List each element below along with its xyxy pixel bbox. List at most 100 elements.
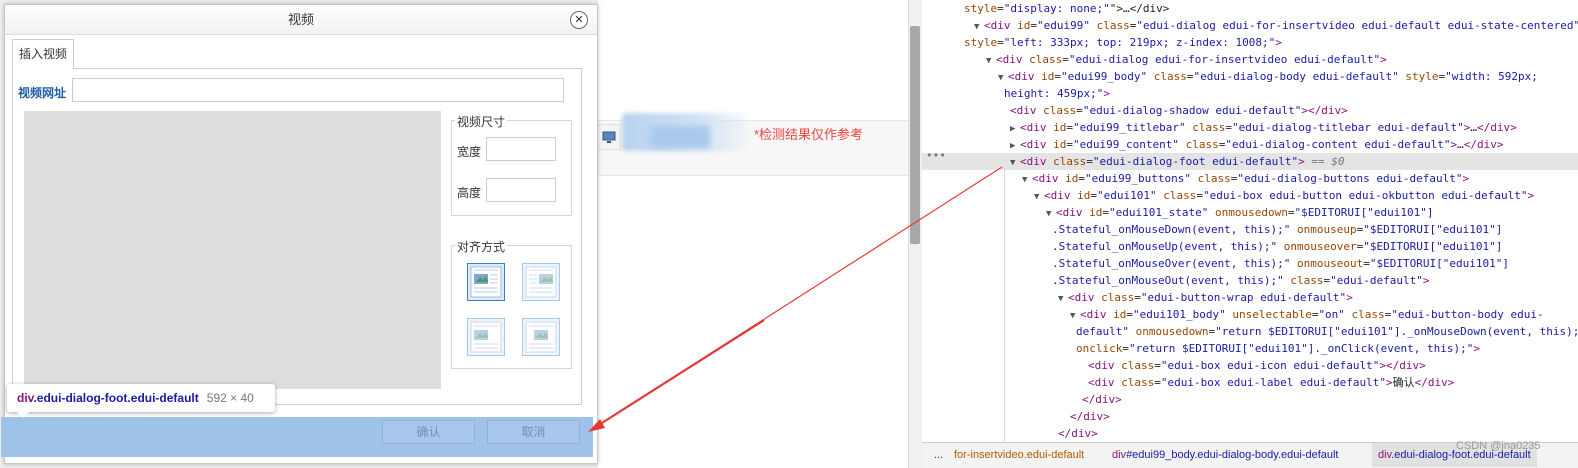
dom-node-line[interactable]: height: 459px;"> [1004,85,1110,102]
dom-node-line[interactable]: style="left: 333px; top: 219px; z-index:… [964,34,1282,51]
breadcrumb-item[interactable]: for-insertvideo.edui-default [948,443,1090,467]
dom-token: <div [1088,359,1122,372]
dom-node-line[interactable]: ▼ <div class="edui-dialog edui-for-insert… [986,51,1387,68]
dom-node-line[interactable]: ▼ <div id="edui101_state" onmousedown="$E… [1046,204,1434,221]
dom-node-line[interactable]: ▼ <div id="edui99_body" class="edui-dialo… [998,68,1538,85]
dom-token: </div> [1414,376,1455,389]
align-center-button[interactable] [522,318,560,356]
dom-node-line[interactable]: ▶ <div id="edui99_content" class="edui-di… [1010,136,1504,153]
align-right-button[interactable] [522,263,560,301]
dom-node-line[interactable]: style="display: none;"">…</div> [964,0,1169,17]
dom-token: <div [996,53,1030,66]
dom-node-line[interactable]: ▼ <div id="edui99" class="edui-dialog edu… [974,17,1578,34]
ok-button[interactable]: 确认 [382,420,475,444]
dom-token: = [1062,53,1069,66]
dom-token: onmousedown [1128,325,1209,338]
dom-token: "edui-dialog-content edui-default" [1225,138,1451,151]
devtools-elements-panel: style="display: none;"">…</div> ▼ <div id=… [922,0,1578,468]
dom-node-line[interactable]: .Stateful_onMouseOver(event, this);" onm… [1052,255,1509,272]
width-label: 宽度 [457,145,482,159]
dom-token: = [1090,189,1097,202]
collapse-triangle-icon[interactable]: ▼ [1034,189,1044,206]
dom-node-line[interactable]: ▼ <div class="edui-dialog-foot edui-defau… [922,153,1578,170]
dom-token: class [1156,189,1197,202]
dom-node-line[interactable]: .Stateful_onMouseUp(event, this);" onmou… [1052,238,1502,255]
dom-token: "edui-box edui-button edui-okbutton edui… [1202,189,1528,202]
close-icon[interactable]: ✕ [570,11,588,29]
tab-insert-video[interactable]: 插入视频 [12,39,74,69]
cancel-button[interactable]: 取消 [487,420,580,444]
dom-token: .Stateful_onMouseDown(event, this);" [1052,223,1291,236]
dom-node-line[interactable]: .Stateful_onMouseDown(event, this);" onm… [1052,221,1502,238]
dom-token: style [1398,70,1439,83]
dom-node-line[interactable]: onclick="return $EDITORUI["edui101"]._on… [1076,340,1480,357]
dom-token: "$EDITORUI["edui101"] [1363,240,1503,253]
dom-token: = [1054,70,1061,83]
dom-token: class [1283,274,1324,287]
dom-node-line[interactable]: ▼ <div class="edui-button-wrap edui-defau… [1058,289,1353,306]
dom-node-line[interactable]: </div> [1082,391,1122,408]
tooltip-arrow [16,411,30,418]
dialog-titlebar[interactable]: 视频 ✕ [5,5,597,35]
video-url-input[interactable] [72,78,564,102]
dom-token: > [1386,376,1393,389]
dom-token: "edui99" [1037,19,1090,32]
dom-tree[interactable]: style="display: none;"">…</div> ▼ <div id=… [922,0,1578,440]
dom-token: "edui-dialog-titlebar edui-default" [1231,121,1464,134]
width-input[interactable] [486,137,556,161]
dom-token: "display: none;" [1003,2,1110,15]
dom-token: = [1196,189,1203,202]
dom-token: "on" [1318,308,1345,321]
dom-token: = [1102,206,1109,219]
align-left-button[interactable] [467,263,505,301]
align-none-button[interactable] [467,318,505,356]
more-options-icon[interactable]: ••• [926,150,946,162]
dom-token: </div> [1058,427,1098,440]
breadcrumb-item[interactable]: ... [928,443,949,467]
dom-token: = [1363,257,1370,270]
collapse-triangle-icon[interactable]: ▼ [1010,155,1020,172]
dom-node-line[interactable]: <div class="edui-box edui-label edui-def… [1088,374,1454,391]
breadcrumb-item[interactable]: div#edui99_body.edui-dialog-body.edui-de… [1106,443,1344,467]
dom-node-line[interactable]: ▼ <div id="edui99_buttons" class="edui-di… [1022,170,1469,187]
dom-node-line[interactable]: ▼ <div id="edui101_body" unselectable="on… [1070,306,1544,323]
dom-token: > [1275,36,1282,49]
align-left-icon [470,266,502,298]
detect-note: *检测结果仅作参考 [754,127,864,142]
dom-token: ">…</div> [1109,2,1170,15]
dom-token: "$EDITORUI["edui101"] [1369,257,1509,270]
dom-token: = [1030,19,1037,32]
dom-token: </div> [1082,393,1122,406]
dom-token: id [1077,189,1091,202]
dom-node-line[interactable]: .Stateful_onMouseOut(event, this);" clas… [1052,272,1430,289]
collapse-triangle-icon[interactable]: ▼ [986,53,996,70]
dom-token: > [1298,155,1305,168]
dom-token: > [1346,291,1353,304]
dom-node-line[interactable]: ▼ <div id="edui101" class="edui-box edui-… [1034,187,1534,204]
dom-token: = [1078,172,1085,185]
dom-token: class [1121,359,1155,372]
dom-node-line[interactable]: <div class="edui-box edui-icon edui-defa… [1088,357,1426,374]
collapse-triangle-icon[interactable]: ▼ [1022,172,1032,189]
dom-node-line[interactable]: </div> [1070,408,1110,425]
dom-node-line[interactable]: <div class="edui-dialog-shadow edui-defa… [1010,102,1348,119]
page-scrollbar-thumb[interactable] [910,26,920,244]
dom-token: "edui-dialog edui-for-insertvideo edui-d… [1136,19,1578,32]
dom-token: class [1147,70,1187,83]
dom-node-line[interactable]: </div> [1058,425,1098,440]
page-content-area [598,0,908,468]
dom-token: "edui101_state" [1109,206,1209,219]
dom-token: "edui-dialog-body edui-default" [1193,70,1399,83]
dom-node-line[interactable]: default" onmousedown="return $EDITORUI["… [1076,323,1578,340]
dom-token: "return $EDITORUI["edui101"]._onMouseDow… [1215,325,1578,338]
collapse-triangle-icon[interactable]: ▼ [1058,291,1068,308]
tooltip-classes: .edui-dialog-foot.edui-default [33,391,199,405]
dom-token: class [1178,138,1219,151]
alignment-legend: 对齐方式 [455,238,508,255]
height-input[interactable] [486,178,556,202]
monitor-icon[interactable] [597,124,621,150]
dom-token: = [1122,342,1129,355]
dom-token: > [1473,342,1480,355]
dom-token: > [1527,189,1535,202]
dom-node-line[interactable]: ▶ <div id="edui99_titlebar" class="edui-d… [1010,119,1517,136]
